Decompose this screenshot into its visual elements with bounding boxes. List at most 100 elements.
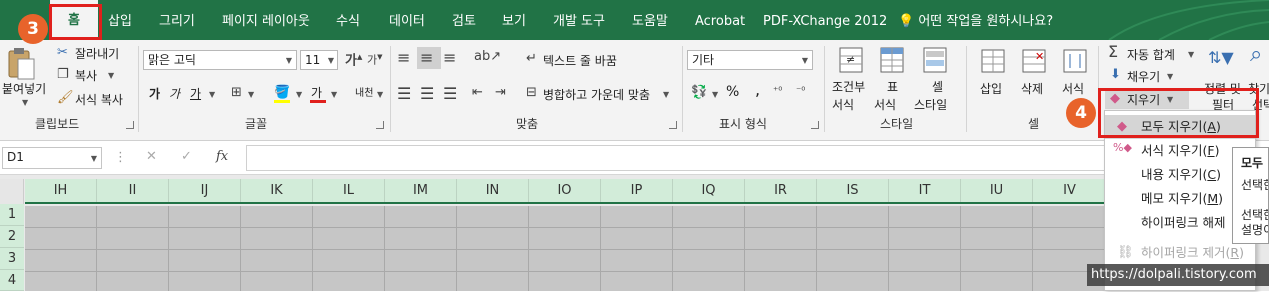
bold-button[interactable]: 가 [149, 85, 160, 102]
selected-cells[interactable] [25, 206, 1107, 291]
column-header[interactable]: IT [889, 179, 961, 202]
phonetic-button[interactable]: 내천 [355, 84, 373, 99]
align-right-icon[interactable]: ☰ [443, 86, 457, 102]
tab-insert[interactable]: 삽입 [108, 0, 132, 40]
column-header[interactable]: IJ [169, 179, 241, 202]
tell-me-search[interactable]: 💡 어떤 작업을 원하시나요? [898, 0, 1053, 40]
font-launcher-icon[interactable] [376, 121, 384, 129]
italic-button[interactable]: 가 [169, 85, 180, 102]
name-box[interactable]: D1 ▼ [2, 147, 102, 169]
group-divider [390, 46, 391, 132]
row-header[interactable]: 4 [0, 270, 24, 291]
decrease-indent-icon[interactable]: ⇤ [472, 86, 483, 99]
alignment-launcher-icon[interactable] [669, 121, 677, 129]
styles-group-label: 스타일 [880, 117, 914, 131]
column-header[interactable]: IR [745, 179, 817, 202]
fill-color-swatch [274, 100, 290, 103]
menu-item-remove-hyperlinks: ⛓ 하이퍼링크 제거(R) [1117, 245, 1244, 260]
row-header[interactable]: 2 [0, 226, 24, 248]
column-header[interactable]: IU [961, 179, 1033, 202]
paste-icon [8, 48, 35, 80]
select-all-corner[interactable] [0, 179, 24, 204]
column-header[interactable]: II [97, 179, 169, 202]
decrease-font-icon[interactable]: 가▼ [367, 54, 383, 66]
column-header[interactable]: IS [817, 179, 889, 202]
increase-font-icon[interactable]: 가▲ [345, 54, 362, 68]
chevron-down-icon: ▼ [801, 56, 808, 65]
column-header[interactable]: IM [385, 179, 457, 202]
clipboard-group-label: 클립보드 [35, 117, 80, 131]
accounting-icon[interactable]: 💱 [691, 86, 707, 99]
tab-help[interactable]: 도움말 [632, 0, 668, 40]
lightbulb-icon: 💡 [898, 14, 915, 29]
tab-page-layout[interactable]: 페이지 레이아웃 [222, 0, 310, 40]
chevron-down-icon: ▼ [248, 90, 255, 99]
watermark-url: https://dolpali.tistory.com [1087, 264, 1269, 286]
sort-filter-icon: ⇅▼ [1208, 48, 1234, 67]
chevron-down-icon: ▼ [90, 154, 97, 163]
tab-view[interactable]: 보기 [502, 0, 526, 40]
increase-decimal-icon[interactable]: ⁺⁰ [773, 87, 782, 97]
tab-data[interactable]: 데이터 [389, 0, 425, 40]
align-center-icon[interactable]: ☰ [420, 86, 434, 102]
tab-pdf-xchange[interactable]: PDF-XChange 2012 [763, 0, 887, 40]
font-name-select[interactable]: 맑은 고딕 ▼ [143, 50, 297, 70]
column-header[interactable]: IO [529, 179, 601, 202]
comma-button[interactable]: , [755, 80, 760, 99]
chevron-down-icon: ▼ [1167, 72, 1174, 81]
group-divider [682, 46, 683, 132]
tab-formulas[interactable]: 수식 [336, 0, 360, 40]
column-header[interactable]: IV [1033, 179, 1107, 202]
align-top-icon[interactable]: ≡ [397, 50, 410, 66]
cancel-icon[interactable]: ✕ [146, 150, 157, 163]
number-launcher-icon[interactable] [811, 121, 819, 129]
magnifier-icon: ⌕ [1250, 42, 1263, 67]
number-group-label: 표시 형식 [719, 117, 767, 131]
format-cells-icon [1063, 49, 1087, 73]
column-headers: IH II IJ IK IL IM IN IO IP IQ IR IS IT I… [25, 179, 1107, 204]
conditional-format-icon: ≠ [839, 47, 863, 73]
table-icon [880, 47, 904, 73]
group-divider [138, 46, 139, 132]
copy-icon: ❐ [57, 67, 69, 82]
chevron-down-icon: ▼ [331, 90, 338, 99]
column-header[interactable]: IQ [673, 179, 745, 202]
increase-indent-icon[interactable]: ⇥ [495, 86, 506, 99]
column-header[interactable]: IK [241, 179, 313, 202]
fill-down-icon: ⬇ [1110, 67, 1121, 82]
tab-review[interactable]: 검토 [452, 0, 476, 40]
step-3-badge: 3 [18, 14, 48, 44]
percent-button[interactable]: % [726, 84, 739, 100]
row-header[interactable]: 1 [0, 204, 24, 226]
merge-icon: ⊟ [526, 85, 537, 100]
chevron-down-icon: ▼ [209, 90, 216, 99]
font-color-swatch [310, 100, 326, 103]
column-header[interactable]: IN [457, 179, 529, 202]
column-header[interactable]: IP [601, 179, 673, 202]
group-divider [824, 46, 825, 132]
fx-icon[interactable]: fx [216, 150, 228, 163]
chevron-down-icon: ▼ [663, 90, 670, 99]
align-left-icon[interactable]: ☰ [397, 86, 411, 102]
decrease-decimal-icon[interactable]: ⁻⁰ [796, 87, 805, 97]
tab-draw[interactable]: 그리기 [159, 0, 195, 40]
orientation-icon[interactable]: ab↗ [474, 50, 501, 63]
enter-icon[interactable]: ✓ [181, 150, 192, 163]
align-bottom-icon[interactable]: ≡ [443, 50, 456, 66]
row-header[interactable]: 3 [0, 248, 24, 270]
align-middle-icon[interactable]: ≡ [420, 50, 433, 66]
cell-styles-icon [923, 47, 947, 73]
tab-developer[interactable]: 개발 도구 [553, 0, 605, 40]
border-icon[interactable]: ⊞ [231, 86, 242, 99]
clipboard-launcher-icon[interactable] [126, 121, 134, 129]
number-format-select[interactable]: 기타 ▼ [687, 50, 813, 70]
underline-button[interactable]: 가 [190, 85, 201, 102]
sigma-icon: Σ [1108, 42, 1119, 61]
column-header[interactable]: IL [313, 179, 385, 202]
column-header[interactable]: IH [25, 179, 97, 202]
font-color-button[interactable]: 가 [311, 84, 322, 101]
font-size-select[interactable]: 11 ▼ [300, 50, 338, 70]
fill-color-icon[interactable]: 🪣 [274, 86, 290, 99]
tab-acrobat[interactable]: Acrobat [695, 0, 745, 40]
formula-input[interactable] [246, 145, 1106, 171]
